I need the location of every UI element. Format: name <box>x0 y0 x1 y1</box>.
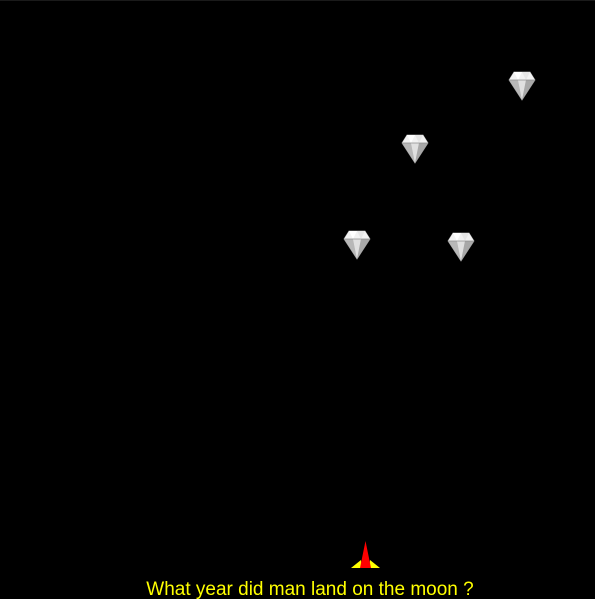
diamond-icon[interactable] <box>508 71 536 101</box>
diamond-icon[interactable] <box>447 232 475 262</box>
rocket-ship-icon[interactable] <box>351 541 380 569</box>
question-text: What year did man land on the moon ? <box>146 579 474 599</box>
diamond-icon[interactable] <box>401 134 429 164</box>
diamond-icon[interactable] <box>343 230 371 260</box>
game-canvas[interactable]: What year did man land on the moon ? <box>0 0 595 599</box>
